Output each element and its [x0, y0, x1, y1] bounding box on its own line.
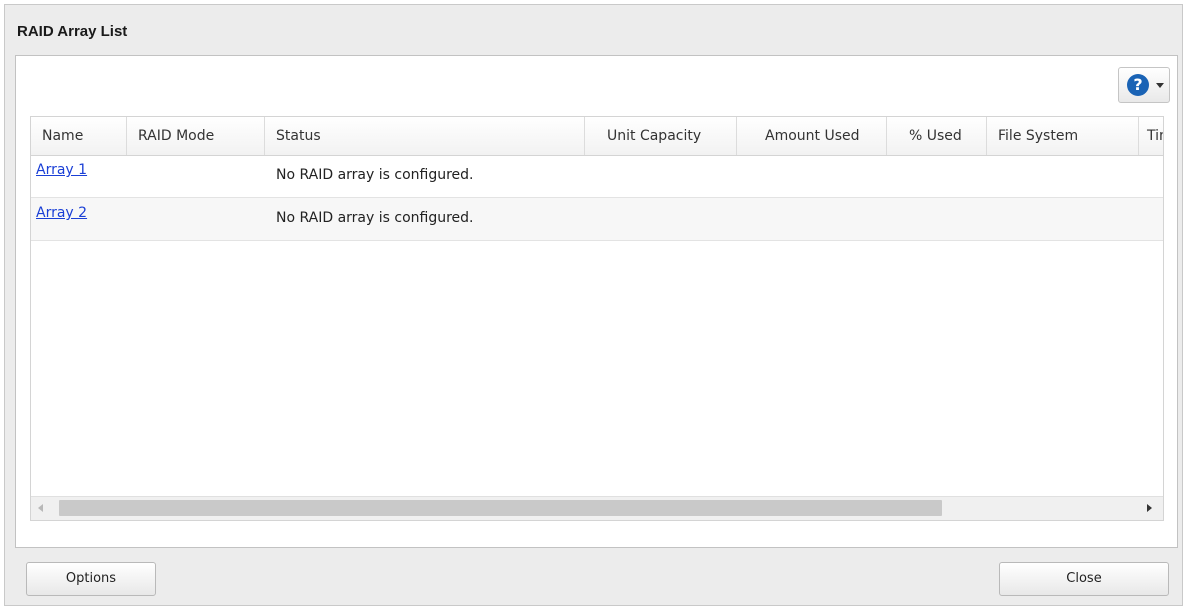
- array-2-link[interactable]: Array 2: [36, 205, 87, 221]
- table-row: Array 1 No RAID array is configured.: [31, 155, 1163, 198]
- close-button[interactable]: Close: [999, 562, 1169, 596]
- column-header-amount-used[interactable]: Amount Used: [737, 117, 887, 155]
- help-menu-button[interactable]: ?: [1118, 67, 1170, 103]
- scroll-left-arrow-icon[interactable]: [38, 504, 43, 512]
- raid-mode-cell: [127, 155, 138, 197]
- horizontal-scrollbar[interactable]: [31, 496, 1163, 520]
- column-header-percent-used[interactable]: % Used: [887, 117, 987, 155]
- status-cell: No RAID array is configured.: [276, 167, 474, 183]
- array-name-cell: Array 1: [31, 155, 87, 197]
- scrollbar-thumb[interactable]: [59, 500, 942, 516]
- content-panel: ? Name RAID Mode Status Unit Capacity Am…: [15, 55, 1178, 548]
- column-header-unit-capacity[interactable]: Unit Capacity: [585, 117, 737, 155]
- raid-array-table: Name RAID Mode Status Unit Capacity Amou…: [30, 116, 1164, 521]
- array-name-cell: Array 2: [31, 198, 87, 240]
- dialog-title: RAID Array List: [17, 23, 128, 40]
- status-cell: No RAID array is configured.: [276, 210, 474, 226]
- chevron-down-icon: [1156, 83, 1164, 88]
- array-1-link[interactable]: Array 1: [36, 162, 87, 178]
- table-row: Array 2 No RAID array is configured.: [31, 198, 1163, 241]
- table-header: Name RAID Mode Status Unit Capacity Amou…: [31, 117, 1163, 156]
- column-header-file-system[interactable]: File System: [987, 117, 1139, 155]
- raid-array-list-dialog: RAID Array List ? Name RAID Mode Status …: [4, 4, 1183, 606]
- column-header-raid-mode[interactable]: RAID Mode: [127, 117, 265, 155]
- column-header-status[interactable]: Status: [265, 117, 585, 155]
- options-button[interactable]: Options: [26, 562, 156, 596]
- column-header-name[interactable]: Name: [31, 117, 127, 155]
- column-header-time[interactable]: Tim: [1139, 117, 1163, 155]
- scroll-right-arrow-icon[interactable]: [1147, 504, 1152, 512]
- raid-mode-cell: [127, 198, 138, 240]
- question-circle-icon: ?: [1127, 74, 1149, 96]
